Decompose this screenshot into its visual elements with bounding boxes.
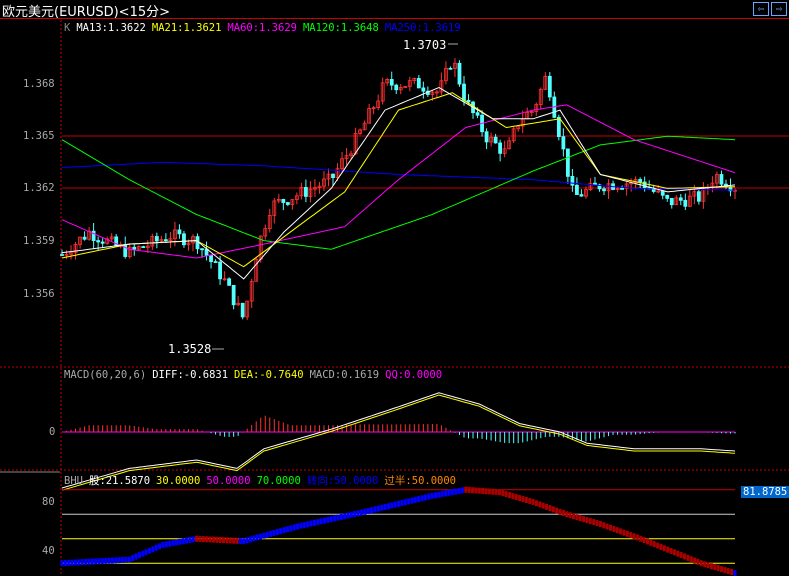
candle-body — [123, 244, 128, 257]
candle-body — [132, 246, 137, 250]
ma13-line — [61, 86, 736, 280]
candle-body — [466, 99, 471, 103]
k-label: K — [64, 22, 71, 34]
candle-body — [182, 233, 186, 246]
bhu-legend: BHU 股:21.5870 30.0000 50.0000 70.0000 转向:50.0… — [64, 473, 462, 488]
candle-body — [304, 187, 308, 197]
macd-legend: MACD(60,20,6) DIFF:-0.6831 DEA:-0.7640 MACD… — [64, 369, 448, 381]
candle-body — [642, 181, 647, 189]
macd-zero-tick: 0 — [49, 426, 56, 438]
candle-body — [231, 284, 236, 306]
ma13-legend: MA13:1.3622 — [76, 22, 146, 34]
candle-body — [556, 116, 561, 138]
high-price-label: 1.3703 — [403, 38, 447, 52]
y-tick: 1.359 — [23, 235, 55, 247]
candle-body — [678, 197, 683, 201]
candle-body — [141, 246, 146, 248]
dea-legend: DEA:-0.7640 — [234, 369, 304, 381]
candle-body — [394, 84, 399, 91]
candle-body — [719, 174, 724, 185]
y-tick: 1.365 — [23, 130, 55, 142]
candle-body — [448, 67, 453, 70]
candle-body — [60, 254, 64, 256]
candle-body — [96, 240, 101, 243]
ma120-line — [61, 135, 736, 250]
macd-name: MACD(60,20,6) — [64, 369, 147, 381]
candle-body — [638, 179, 643, 183]
candle-body — [163, 239, 168, 242]
bhu-name: BHU — [64, 475, 83, 487]
candle-body — [484, 131, 489, 143]
v70-legend: 70.0000 — [256, 475, 301, 487]
bhu-tick: 80 — [42, 496, 55, 508]
candle-body — [200, 248, 204, 251]
macd-value-legend: MACD:0.1619 — [309, 369, 380, 381]
ma250-line — [61, 161, 735, 191]
candle-body — [100, 241, 105, 244]
candle-body — [493, 136, 498, 144]
candle-body — [91, 230, 96, 241]
candle-body — [416, 78, 421, 89]
candle-body — [575, 184, 579, 195]
y-tick: 1.362 — [23, 182, 55, 194]
ma250-legend: MA250:1.3619 — [384, 22, 461, 34]
v50-legend: 50.0000 — [206, 475, 251, 487]
price-legend: K MA13:1.3622 MA21:1.3621 MA60:1.3629 MA120:… — [64, 22, 467, 34]
low-price-label: 1.3528 — [168, 342, 212, 356]
candle-body — [227, 278, 232, 286]
candle-body — [475, 112, 480, 116]
candle-body — [154, 236, 159, 242]
y-tick: 1.356 — [23, 288, 55, 300]
candle-body — [240, 302, 245, 318]
candle-body — [281, 198, 286, 203]
bhu-current-value: 81.8785 — [741, 486, 789, 498]
y-tick: 1.368 — [23, 78, 55, 90]
candle-body — [218, 261, 222, 280]
qq-legend: QQ:0.0000 — [385, 369, 443, 381]
ma120-legend: MA120:1.3648 — [302, 22, 379, 34]
diff-legend: DIFF:-0.6831 — [152, 369, 229, 381]
candle-body — [620, 187, 624, 190]
candle-body — [565, 148, 570, 177]
candle-body — [331, 173, 335, 179]
bhu-tick: 40 — [42, 545, 55, 557]
candle-body — [579, 194, 584, 197]
candle-body — [665, 194, 670, 199]
candle-body — [602, 188, 606, 192]
candle-body — [457, 62, 462, 85]
candle-body — [389, 79, 394, 86]
candle-body — [669, 197, 674, 206]
candle-body — [660, 190, 665, 196]
candle-body — [209, 254, 213, 262]
candle-body — [213, 261, 218, 263]
candle-body — [547, 75, 552, 98]
chart-canvas[interactable] — [0, 0, 789, 576]
candle-body — [683, 199, 688, 207]
gu-legend: 股:21.5870 — [88, 475, 151, 487]
candle-body — [82, 236, 87, 240]
ma21-legend: MA21:1.3621 — [151, 22, 222, 34]
candle-body — [561, 136, 566, 150]
half-legend: 过半:50.0000 — [384, 475, 456, 487]
candle-body — [570, 175, 575, 186]
ma60-legend: MA60:1.3629 — [227, 22, 297, 34]
turn-legend: 转向:50.0000 — [306, 475, 379, 487]
candle-body — [462, 83, 466, 101]
candle-body — [498, 142, 503, 154]
candle-body — [285, 202, 290, 205]
candle-body — [421, 87, 426, 92]
candle-body — [177, 229, 182, 235]
v30-legend: 30.0000 — [156, 475, 201, 487]
candle-body — [696, 191, 701, 202]
